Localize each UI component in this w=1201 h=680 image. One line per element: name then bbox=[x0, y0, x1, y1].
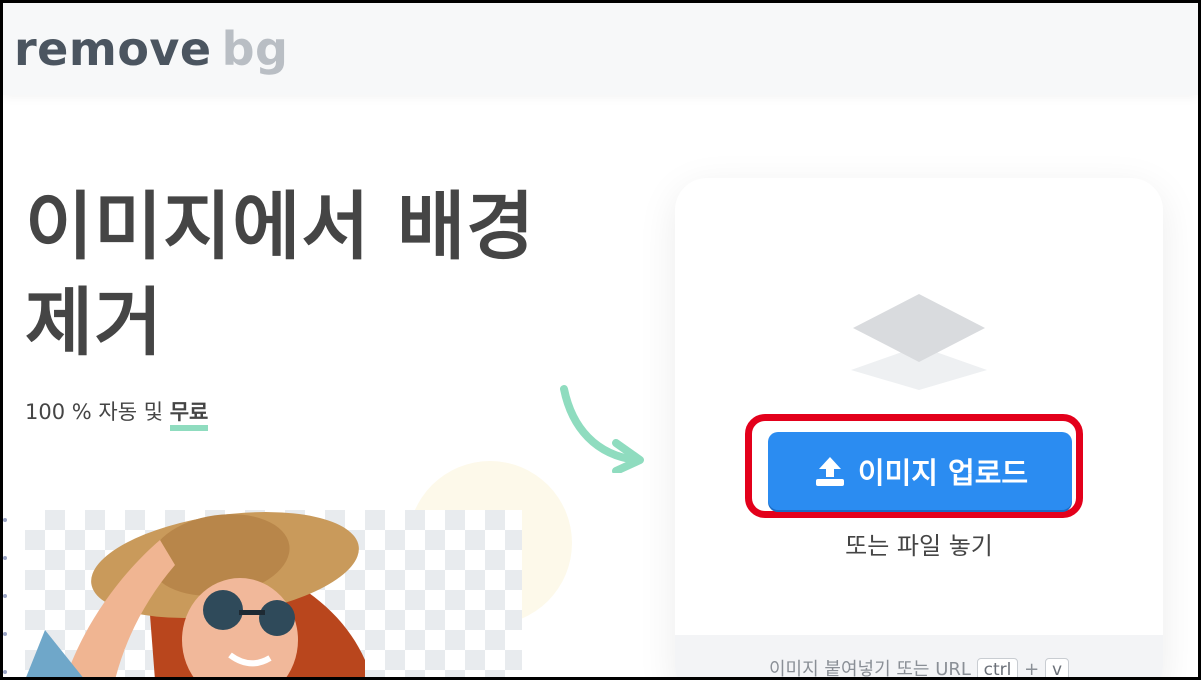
logo-word-remove: remove bbox=[14, 22, 212, 76]
upload-icon bbox=[812, 453, 848, 489]
upload-button-label: 이미지 업로드 bbox=[857, 456, 1029, 490]
top-navigation-bar: remove bg bbox=[3, 3, 1198, 95]
hero-subtitle: 100 % 자동 및 무료 bbox=[25, 396, 209, 431]
logo-word-bg: bg bbox=[221, 22, 289, 76]
page-frame: remove bg 이미지에서 배경 제거 100 % 자동 및 무료 이미지 … bbox=[3, 3, 1198, 677]
hero-title-line2: 제거 bbox=[25, 280, 164, 366]
paste-area[interactable]: 이미지 붙여넣기 또는 URL ctrl + v bbox=[675, 635, 1163, 677]
layers-icon bbox=[851, 294, 987, 390]
upload-image-button[interactable]: 이미지 업로드 bbox=[768, 432, 1072, 510]
drop-file-text: 또는 파일 놓기 bbox=[845, 532, 993, 560]
key-plus: + bbox=[1024, 659, 1040, 677]
hero-subtitle-highlight: 무료 bbox=[169, 400, 209, 431]
sample-photo-woman-with-hat bbox=[26, 512, 365, 677]
paste-row: 이미지 붙여넣기 또는 URL ctrl + v bbox=[675, 655, 1163, 677]
decorative-dots bbox=[3, 518, 9, 677]
curved-arrow-icon bbox=[560, 385, 644, 473]
key-ctrl: ctrl bbox=[976, 658, 1019, 677]
hero-title: 이미지에서 배경 제거 bbox=[25, 179, 645, 371]
removebg-logo[interactable]: remove bg bbox=[14, 21, 288, 77]
key-v: v bbox=[1044, 658, 1069, 677]
hero-title-line1: 이미지에서 배경 bbox=[25, 184, 536, 270]
paste-hint: 이미지 붙여넣기 또는 URL bbox=[768, 659, 971, 677]
upload-card[interactable]: 이미지 업로드 또는 파일 놓기 이미지 붙여넣기 또는 URL ctrl + … bbox=[675, 178, 1163, 677]
hero-subtitle-prefix: 100 % 자동 및 bbox=[25, 400, 164, 424]
